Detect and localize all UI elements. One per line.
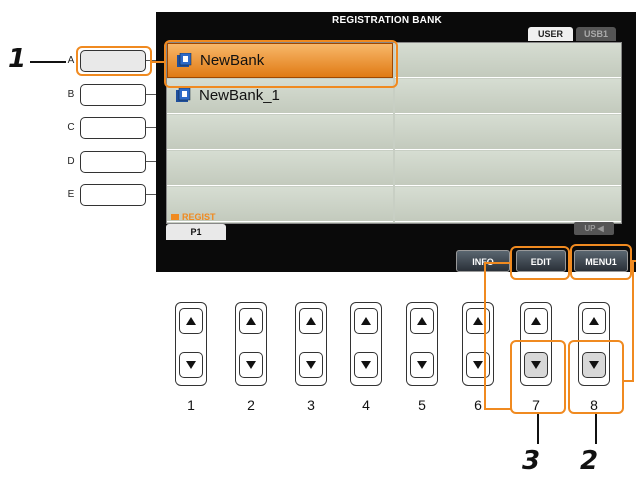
callout-2-line [595, 414, 597, 444]
callout-3-line [537, 414, 539, 444]
highlight-edit [510, 246, 570, 280]
button-number-4: 4 [362, 397, 370, 413]
up-arrow-button-6[interactable] [466, 308, 490, 334]
button-number-7: 7 [532, 397, 540, 413]
up-arrow-icon [246, 317, 256, 325]
bank-empty-cell[interactable] [167, 115, 393, 150]
up-arrow-icon [473, 317, 483, 325]
bank-empty-cell[interactable] [395, 43, 621, 78]
down-arrow-button-1[interactable] [179, 352, 203, 378]
up-arrow-button-5[interactable] [410, 308, 434, 334]
side-label-d: D [67, 156, 75, 167]
highlight-newbank [164, 40, 398, 88]
down-arrow-icon [246, 361, 256, 369]
up-arrow-button-2[interactable] [239, 308, 263, 334]
leader-menu-bottom [622, 380, 634, 382]
down-arrow-icon [473, 361, 483, 369]
side-button-c[interactable]: C [66, 117, 156, 141]
up-arrow-button-1[interactable] [179, 308, 203, 334]
down-arrow-button-5[interactable] [410, 352, 434, 378]
down-arrow-button-6[interactable] [466, 352, 490, 378]
down-arrow-button-4[interactable] [354, 352, 378, 378]
side-button-d[interactable]: D [66, 151, 156, 175]
button-number-8: 8 [590, 397, 598, 413]
side-connector [146, 194, 156, 195]
bank-empty-cell[interactable] [395, 79, 621, 114]
callout-1-line [30, 61, 66, 63]
side-button-b[interactable]: B [66, 84, 156, 108]
button-number-5: 5 [418, 397, 426, 413]
up-label: UP [584, 224, 596, 233]
up-arrow-icon [186, 317, 196, 325]
side-label-c: C [67, 122, 75, 133]
folder-path: REGIST [171, 212, 216, 222]
down-arrow-button-3[interactable] [299, 352, 323, 378]
side-connector [146, 161, 156, 162]
up-arrow-button-3[interactable] [299, 308, 323, 334]
up-button[interactable]: UP ◀ [574, 222, 614, 235]
bank-empty-cell[interactable] [167, 151, 393, 186]
side-button-b-key[interactable] [80, 84, 146, 106]
down-arrow-icon [186, 361, 196, 369]
bank-empty-cell[interactable] [395, 151, 621, 186]
folder-label: REGIST [182, 212, 216, 222]
button-number-2: 2 [247, 397, 255, 413]
side-label-e: E [67, 189, 75, 200]
up-arrow-button-8[interactable] [582, 308, 606, 334]
folder-icon [171, 214, 179, 220]
down-arrow-icon [361, 361, 371, 369]
up-arrow-button-7[interactable] [524, 308, 548, 334]
leader-edit-vertical [484, 262, 486, 410]
leader-menu-vertical [632, 262, 634, 382]
bank-empty-cell[interactable] [395, 115, 621, 150]
up-arrow-icon [361, 317, 371, 325]
callout-3: 3 [522, 446, 541, 476]
tab-usb1[interactable]: USB1 [576, 27, 616, 41]
down-arrow-button-2[interactable] [239, 352, 263, 378]
side-connector [146, 94, 156, 95]
down-arrow-icon [417, 361, 427, 369]
side-label-b: B [67, 89, 75, 100]
side-button-c-key[interactable] [80, 117, 146, 139]
highlight-line-1 [152, 61, 166, 63]
up-arrow-icon [306, 317, 316, 325]
bank-empty-cell[interactable] [395, 187, 621, 222]
down-arrow-icon [306, 361, 316, 369]
side-label-a: A [67, 55, 75, 66]
page-tab-p1[interactable]: P1 [166, 224, 226, 240]
side-button-e[interactable]: E [66, 184, 156, 208]
side-button-d-key[interactable] [80, 151, 146, 173]
info-button[interactable]: INFO [456, 250, 510, 272]
callout-2: 2 [580, 446, 599, 476]
up-arrow-icon [589, 317, 599, 325]
up-arrow-icon [531, 317, 541, 325]
screen-title: REGISTRATION BANK [332, 15, 442, 26]
up-arrow-button-4[interactable] [354, 308, 378, 334]
bank-item-name: NewBank_1 [199, 87, 280, 104]
button-number-1: 1 [187, 397, 195, 413]
side-connector [146, 127, 156, 128]
bank-file-icon [176, 88, 191, 102]
callout-1: 1 [8, 44, 27, 74]
highlight-menu1 [570, 244, 632, 280]
button-number-6: 6 [474, 397, 482, 413]
tab-user[interactable]: USER [528, 27, 573, 41]
button-number-3: 3 [307, 397, 315, 413]
highlight-side-a [76, 46, 152, 76]
up-arrow-icon [417, 317, 427, 325]
leader-edit-top [484, 262, 512, 264]
side-button-e-key[interactable] [80, 184, 146, 206]
